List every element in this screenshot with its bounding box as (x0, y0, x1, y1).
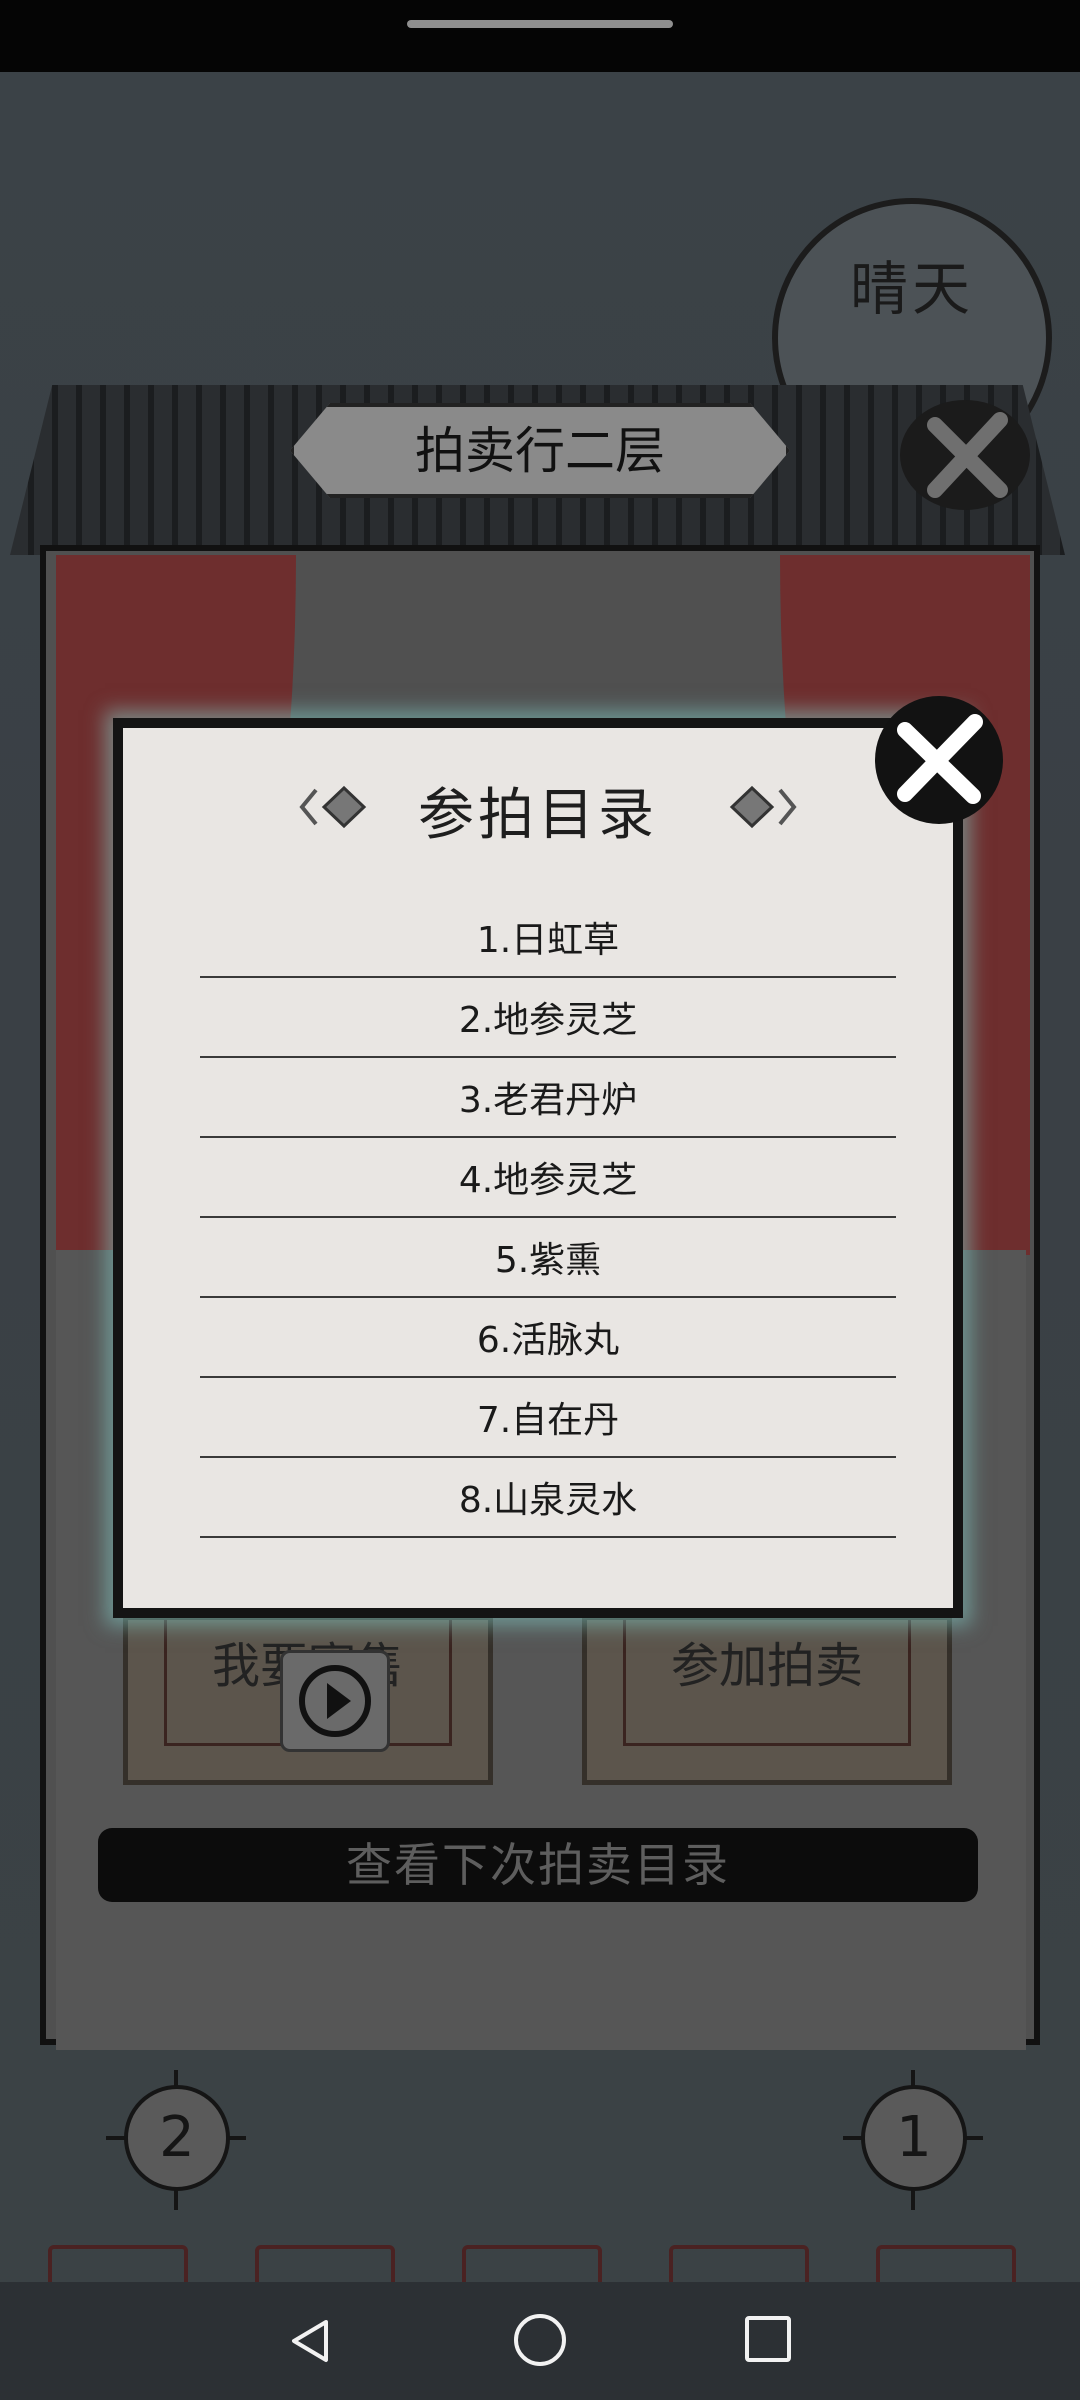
close-icon (897, 714, 983, 804)
hall-close-button[interactable] (900, 400, 1030, 510)
hall-title-plate: 拍卖行二层 (290, 403, 790, 498)
status-bar (0, 0, 1080, 72)
watch-video-button[interactable] (280, 1650, 390, 1752)
back-triangle-icon[interactable] (286, 2316, 336, 2366)
close-icon (927, 412, 1008, 498)
catalog-item: 3.老君丹炉 (200, 1058, 896, 1138)
recent-square-icon[interactable] (745, 2316, 791, 2362)
catalog-modal: 参拍目录 1.日虹草 2.地参灵芝 3.老君丹炉 4.地参灵芝 5.紫熏 6.活… (113, 718, 963, 1618)
join-auction-button[interactable]: 参加拍卖 (582, 1615, 952, 1785)
next-catalog-button[interactable]: 查看下次拍卖目录 (98, 1828, 978, 1902)
catalog-close-button[interactable] (875, 696, 1003, 824)
play-icon (299, 1665, 371, 1737)
catalog-item: 4.地参灵芝 (200, 1138, 896, 1218)
floor-marker-label: 1 (896, 2105, 932, 2170)
catalog-item: 8.山泉灵水 (200, 1458, 896, 1538)
home-circle-icon[interactable] (514, 2314, 566, 2366)
catalog-title: 参拍目录 (418, 783, 658, 848)
diamond-ornament-right-icon (729, 785, 797, 829)
catalog-item: 1.日虹草 (200, 898, 896, 978)
weather-text: 晴天 (849, 255, 974, 323)
next-catalog-label: 查看下次拍卖目录 (346, 1838, 730, 1892)
catalog-item: 7.自在丹 (200, 1378, 896, 1458)
status-handle (407, 20, 673, 28)
catalog-item: 2.地参灵芝 (200, 978, 896, 1058)
catalog-item: 5.紫熏 (200, 1218, 896, 1298)
catalog-list: 1.日虹草 2.地参灵芝 3.老君丹炉 4.地参灵芝 5.紫熏 6.活脉丸 7.… (200, 898, 896, 1538)
join-button-label: 参加拍卖 (670, 1638, 863, 1694)
floor-marker-1[interactable]: 1 (861, 2085, 967, 2191)
floor-marker-label: 2 (159, 2105, 195, 2170)
catalog-item: 6.活脉丸 (200, 1298, 896, 1378)
floor-marker-2[interactable]: 2 (124, 2085, 230, 2191)
hall-title: 拍卖行二层 (415, 422, 665, 480)
